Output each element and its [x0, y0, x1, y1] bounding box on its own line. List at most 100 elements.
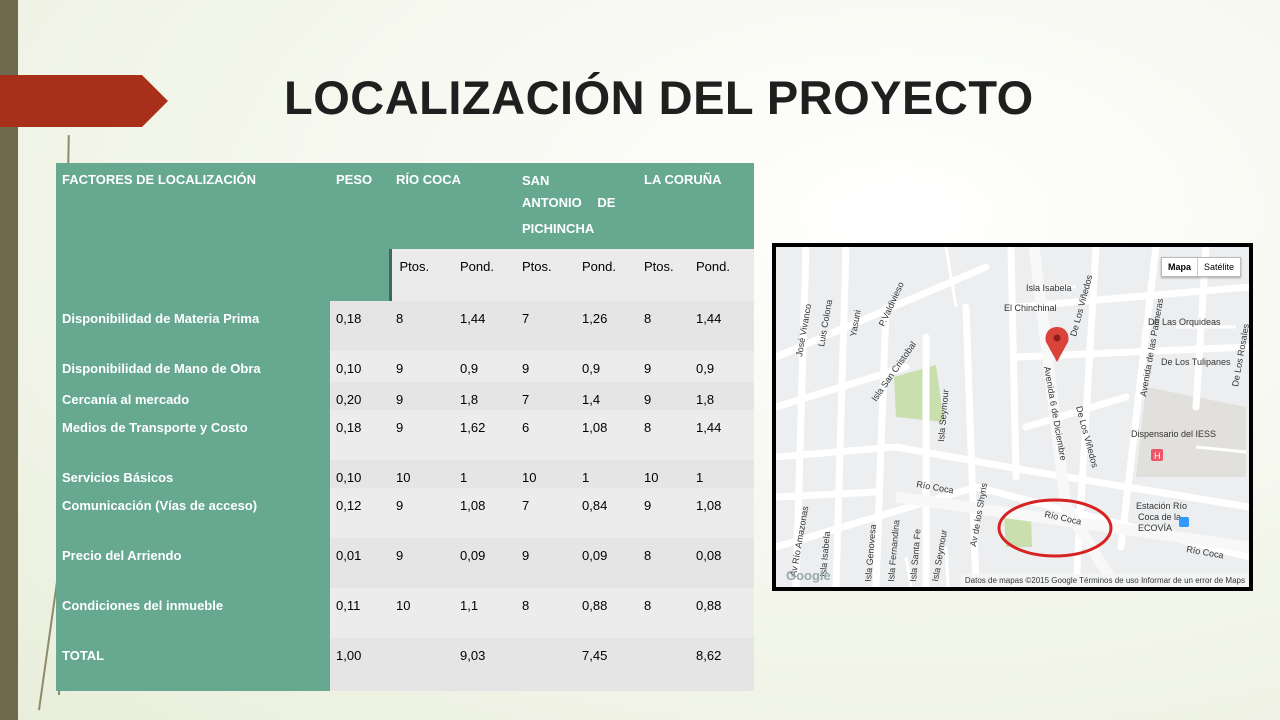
row-factor: Disponibilidad de Materia Prima — [56, 301, 330, 351]
row-w3: 8,62 — [690, 638, 755, 691]
subheader-blank — [56, 249, 330, 301]
header-san-antonio: SAN ANTONIO DE PICHINCHA — [516, 163, 639, 249]
subheader-pond: Pond. — [690, 249, 755, 301]
subheader-pond: Pond. — [454, 249, 516, 301]
row-peso: 0,18 — [330, 410, 390, 460]
header-peso: PESO — [330, 163, 390, 249]
row-factor: Condiciones del inmueble — [56, 588, 330, 638]
row-p3: 8 — [638, 538, 691, 588]
row-p1: 9 — [390, 382, 454, 410]
row-peso: 0,10 — [330, 351, 390, 382]
map-type-button[interactable]: Mapa — [1162, 258, 1198, 276]
map-image[interactable]: Isla Isabela El Chinchinal De Los Viñedo… — [776, 247, 1249, 587]
row-p1 — [390, 638, 454, 691]
row-p3: 8 — [638, 588, 691, 638]
row-p2: 10 — [516, 460, 576, 488]
row-p1: 9 — [390, 488, 454, 538]
row-p2: 7 — [516, 382, 576, 410]
row-factor: Servicios Básicos — [56, 460, 330, 488]
transit-icon — [1179, 517, 1189, 527]
row-p2: 9 — [516, 538, 576, 588]
row-w1: 1,08 — [454, 488, 516, 538]
row-p3: 9 — [638, 382, 691, 410]
row-p1: 9 — [390, 538, 454, 588]
row-p3: 9 — [638, 488, 691, 538]
satellite-type-button[interactable]: Satélite — [1198, 258, 1240, 276]
row-peso: 0,20 — [330, 382, 390, 410]
row-w3: 0,88 — [690, 588, 755, 638]
row-p2 — [516, 638, 576, 691]
row-peso: 0,18 — [330, 301, 390, 351]
map-label: De Las Orquideas — [1148, 317, 1221, 327]
map-label: De Los Tulipanes — [1161, 357, 1231, 367]
row-p2: 9 — [516, 351, 576, 382]
map-attribution[interactable]: Datos de mapas ©2015 Google Términos de … — [960, 574, 1249, 587]
row-p1: 8 — [390, 301, 454, 351]
table-row: Precio del Arriendo 0,01 9 0,09 9 0,09 8… — [56, 538, 755, 588]
google-logo: Google — [786, 568, 831, 583]
row-w1: 1 — [454, 460, 516, 488]
header-san-antonio-line2: ANTONIO DE — [522, 195, 616, 210]
row-w1: 0,9 — [454, 351, 516, 382]
row-p1: 9 — [390, 351, 454, 382]
row-w1: 0,09 — [454, 538, 516, 588]
row-w2: 0,9 — [576, 351, 639, 382]
table-row: Condiciones del inmueble 0,11 10 1,1 8 0… — [56, 588, 755, 638]
map-label: El Chinchinal — [1004, 303, 1057, 313]
row-w1: 1,1 — [454, 588, 516, 638]
row-w3: 1 — [690, 460, 755, 488]
row-factor: Disponibilidad de Mano de Obra — [56, 351, 330, 382]
map-label: Dispensario del IESS — [1131, 429, 1216, 439]
subheader-blank — [330, 249, 392, 301]
row-w1: 9,03 — [454, 638, 516, 691]
row-peso: 0,11 — [330, 588, 390, 638]
header-san-antonio-line1: SAN — [522, 173, 550, 188]
row-w1: 1,44 — [454, 301, 516, 351]
row-p3: 8 — [638, 301, 691, 351]
header-san-antonio-line3: PICHINCHA — [522, 221, 595, 236]
row-w3: 1,44 — [690, 410, 755, 460]
map-label: Estación Río — [1136, 501, 1187, 511]
row-factor: Medios de Transporte y Costo — [56, 410, 330, 460]
row-w2: 0,09 — [576, 538, 639, 588]
row-w3: 0,08 — [690, 538, 755, 588]
page-title: LOCALIZACIÓN DEL PROYECTO — [284, 71, 1034, 124]
table-subheader-row: Ptos. Pond. Ptos. Pond. Ptos. Pond. — [56, 249, 755, 301]
table-row: Medios de Transporte y Costo 0,18 9 1,62… — [56, 410, 755, 460]
map-frame: Isla Isabela El Chinchinal De Los Viñedo… — [772, 243, 1253, 591]
map-type-control: Mapa Satélite — [1160, 257, 1241, 277]
row-w3: 1,44 — [690, 301, 755, 351]
subheader-ptos: Ptos. — [516, 249, 576, 301]
row-p3 — [638, 638, 691, 691]
row-factor: Cercanía al mercado — [56, 382, 330, 410]
row-peso: 0,01 — [330, 538, 390, 588]
header-factor: FACTORES DE LOCALIZACIÓN — [56, 163, 330, 249]
row-p1: 9 — [390, 410, 454, 460]
row-p2: 7 — [516, 488, 576, 538]
row-w2: 1,08 — [576, 410, 639, 460]
row-w1: 1,62 — [454, 410, 516, 460]
row-p3: 8 — [638, 410, 691, 460]
svg-text:H: H — [1154, 451, 1161, 461]
row-w2: 0,84 — [576, 488, 639, 538]
table-row: Disponibilidad de Materia Prima 0,18 8 1… — [56, 301, 755, 351]
row-w3: 1,8 — [690, 382, 755, 410]
row-w2: 1 — [576, 460, 639, 488]
table-total-row: TOTAL 1,00 9,03 7,45 8,62 — [56, 638, 755, 691]
table-row: Cercanía al mercado 0,20 9 1,8 7 1,4 9 1… — [56, 382, 755, 410]
row-p1: 10 — [390, 460, 454, 488]
table-row: Servicios Básicos 0,10 10 1 10 1 10 1 — [56, 460, 755, 488]
row-p3: 9 — [638, 351, 691, 382]
subheader-pond: Pond. — [576, 249, 639, 301]
table-row: Comunicación (Vías de acceso) 0,12 9 1,0… — [56, 488, 755, 538]
row-w2: 0,88 — [576, 588, 639, 638]
row-w2: 1,26 — [576, 301, 639, 351]
localization-factors-table: FACTORES DE LOCALIZACIÓN PESO RÍO COCA S… — [56, 163, 755, 691]
header-la-coruna: LA CORUÑA — [638, 163, 755, 249]
row-p1: 10 — [390, 588, 454, 638]
header-rio-coca: RÍO COCA — [390, 163, 516, 249]
row-w2: 1,4 — [576, 382, 639, 410]
localization-table-container: FACTORES DE LOCALIZACIÓN PESO RÍO COCA S… — [56, 163, 755, 691]
row-factor: Comunicación (Vías de acceso) — [56, 488, 330, 538]
row-p2: 7 — [516, 301, 576, 351]
